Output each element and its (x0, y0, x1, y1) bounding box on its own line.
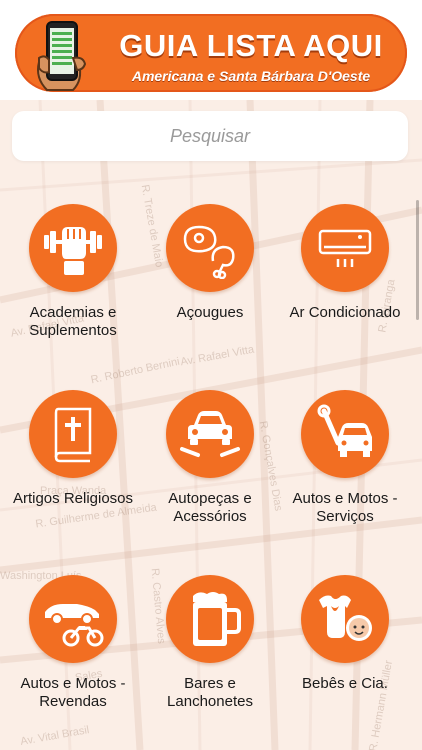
category-icon-circle (301, 575, 389, 663)
air-conditioner-icon (318, 229, 372, 267)
category-acougues[interactable]: Açougues (140, 204, 280, 322)
category-icon-circle (166, 575, 254, 663)
category-label: Ar Condicionado (289, 304, 401, 321)
phone-in-hand-icon (37, 21, 87, 91)
category-label: Autopeças e Acessórios (168, 490, 252, 525)
category-bebes[interactable]: Bebês e Cia. (275, 575, 415, 693)
category-icon-circle (301, 204, 389, 292)
category-artigos-religiosos[interactable]: Artigos Religiosos (3, 390, 143, 508)
car-wrench-icon (180, 411, 240, 457)
meat-steak-icon (183, 225, 235, 279)
category-label: Artigos Religiosos (12, 490, 134, 507)
car-motorcycle-icon (45, 604, 104, 647)
category-icon-circle (29, 390, 117, 478)
category-academias[interactable]: Academias e Suplementos (3, 204, 143, 340)
app-title: GUIA LISTA AQUI (119, 28, 383, 63)
category-label: Autos e Motos - Revendas (20, 675, 126, 710)
scrollbar[interactable] (416, 200, 419, 320)
app-subtitle: Americana e Santa Bárbara D'Oeste (131, 68, 371, 84)
category-icon-circle (29, 204, 117, 292)
bible-icon (54, 407, 92, 463)
car-service-wrench-icon (317, 404, 372, 457)
category-icon-circle (166, 204, 254, 292)
beer-mug-icon (193, 592, 241, 646)
category-label: Academias e Suplementos (29, 304, 117, 339)
category-icon-circle (166, 390, 254, 478)
category-label: Bebês e Cia. (302, 675, 388, 692)
category-icon-circle (301, 390, 389, 478)
search-field[interactable]: Pesquisar (12, 111, 408, 161)
fitness-fist-dumbbell-icon (44, 227, 102, 275)
category-autos-motos-revendas[interactable]: Autos e Motos - Revendas (3, 575, 143, 711)
logo-banner: GUIA LISTA AQUI Americana e Santa Bárbar… (15, 14, 407, 92)
category-label: Autos e Motos - Serviços (292, 490, 398, 525)
baby-onesie-icon (319, 595, 372, 641)
category-icon-circle (29, 575, 117, 663)
header: GUIA LISTA AQUI Americana e Santa Bárbar… (0, 0, 422, 100)
category-label: Bares e Lanchonetes (167, 675, 253, 710)
category-autos-motos-servicos[interactable]: Autos e Motos - Serviços (275, 390, 415, 526)
category-autopecas[interactable]: Autopeças e Acessórios (140, 390, 280, 526)
search-placeholder: Pesquisar (169, 126, 251, 146)
category-bares-lanchonetes[interactable]: Bares e Lanchonetes (140, 575, 280, 711)
category-ar-condicionado[interactable]: Ar Condicionado (275, 204, 415, 322)
category-label: Açougues (176, 304, 244, 321)
